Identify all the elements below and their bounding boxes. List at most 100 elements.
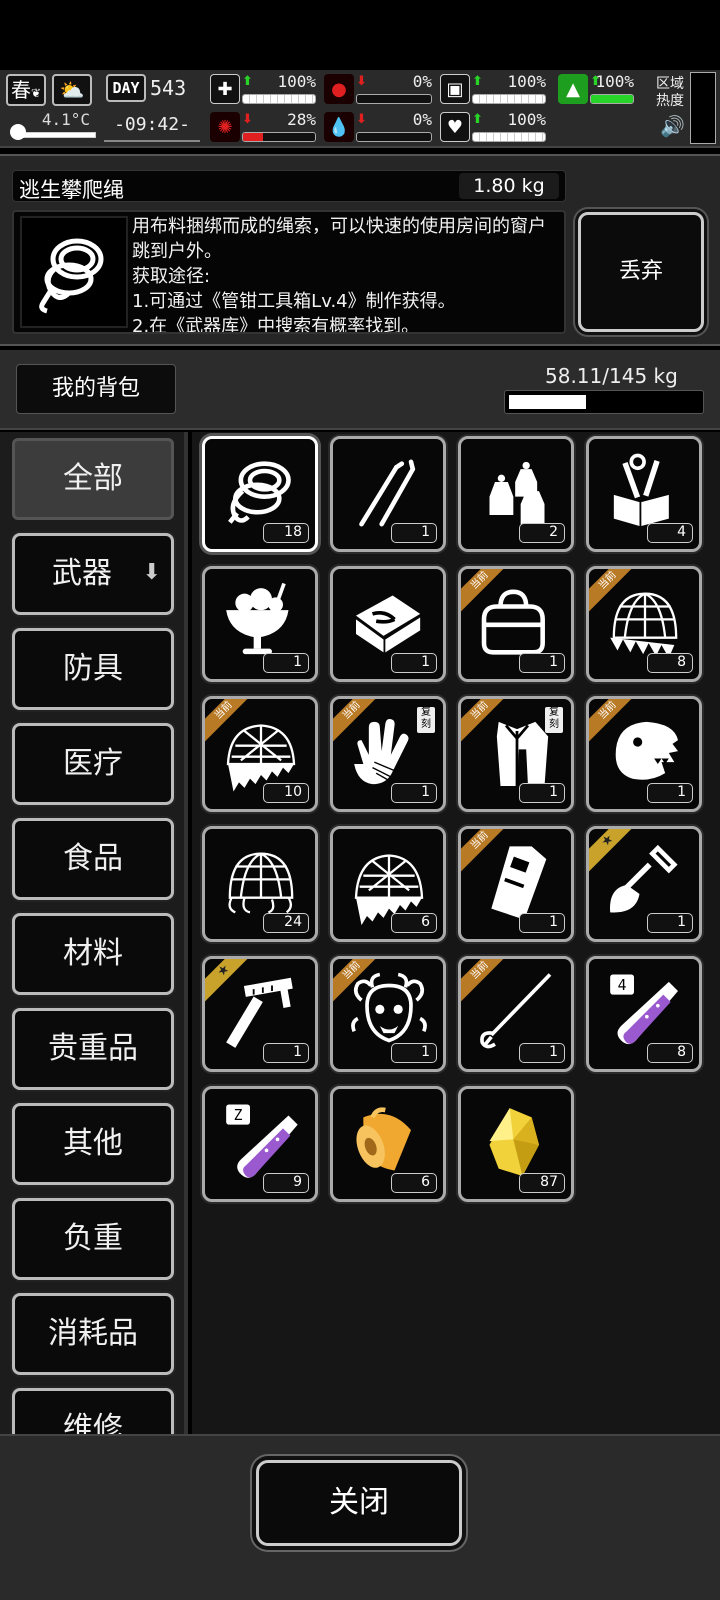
inventory-slot-spear[interactable]: 当前 1 [458, 956, 574, 1072]
download-arrow-icon: ⬇ [142, 560, 161, 585]
inventory-slot-walkie-talkie[interactable]: 当前 1 [458, 826, 574, 942]
category-tab-5[interactable]: 材料 [12, 913, 174, 995]
inventory-slot-duffel-bag[interactable]: 当前 1 [458, 566, 574, 682]
item-count: 1 [647, 783, 693, 803]
stat-bar-fill [473, 95, 545, 103]
category-label: 防具 [63, 651, 123, 686]
inventory-slot-test-tube-z[interactable]: Z9 [202, 1086, 318, 1202]
survival-hud: 春❦ ⛅ 4.1°C DAY 543 -09:42- ✚ ⬆ 100% ● ⬇ 0% ▣ ⬆ 1… [0, 70, 720, 148]
arrow-up-icon: ⬆ [242, 74, 253, 89]
discard-button[interactable]: 丢弃 [578, 212, 704, 332]
inventory-slot-net-trap-large[interactable]: 24 [202, 826, 318, 942]
category-tab-6[interactable]: 贵重品 [12, 1008, 174, 1090]
rope-coil-icon [20, 216, 128, 328]
item-count: 4 [647, 523, 693, 543]
item-count: 1 [391, 653, 437, 673]
item-name-bar: 逃生攀爬绳 1.80 kg [12, 170, 566, 202]
season-label: 春 [10, 78, 31, 102]
item-count: 1 [391, 523, 437, 543]
zone-heat-label: 区域 热度 [656, 76, 684, 110]
category-tab-3[interactable]: 医疗 [12, 723, 174, 805]
stat-thirst: 💧 ⬇ 0% [324, 110, 434, 144]
inventory-slot-lockpicks[interactable]: 1 [330, 436, 446, 552]
category-tab-4[interactable]: 食品 [12, 818, 174, 900]
stat-value: 100% [507, 72, 546, 91]
item-count: 6 [391, 913, 437, 933]
copy-mark-badge: 复刻 [417, 707, 435, 733]
stat-mood: ♥ ⬆ 100% [440, 110, 548, 144]
stat-bar [472, 132, 546, 142]
inventory-slot-gold-crystal[interactable]: 87 [458, 1086, 574, 1202]
category-label: 材料 [63, 936, 123, 971]
day-number: 543 [150, 76, 187, 100]
stat-bar [356, 132, 432, 142]
category-tab-2[interactable]: 防具 [12, 628, 174, 710]
category-tab-8[interactable]: 负重 [12, 1198, 174, 1280]
speaker-icon[interactable]: 🔊 [660, 114, 685, 138]
item-count: 18 [263, 523, 309, 543]
inventory-grid[interactable]: 18 1 2 4 1 1 当前 1 当前 8 当前 10 当前 复刻 1 当前 复刻 1 当前 1 24 6 当前 1 ★ 1 ★ 1… [192, 432, 720, 1434]
arrow-down-icon: ⬇ [242, 112, 253, 127]
category-list[interactable]: 全部武器 ⬇ 防具医疗食品材料贵重品其他负重消耗品维修 [0, 432, 188, 1434]
bag-capacity-fill [509, 395, 586, 409]
rope-coil-large-icon [39, 238, 104, 314]
arrow-down-icon: ⬇ [356, 112, 367, 127]
item-count: 1 [263, 1043, 309, 1063]
stat-value: 100% [507, 110, 546, 129]
item-count: 1 [519, 913, 565, 933]
inventory-slot-spiked-net[interactable]: 当前 10 [202, 696, 318, 812]
item-count: 1 [519, 1043, 565, 1063]
inventory-slot-toolkit[interactable]: 4 [586, 436, 702, 552]
stat-value: 100% [277, 72, 316, 91]
item-count: 8 [647, 1043, 693, 1063]
inventory-slot-caliper-knife[interactable]: ★ 1 [202, 956, 318, 1072]
inventory-slot-bells[interactable]: 2 [458, 436, 574, 552]
inventory-slot-rope-coil[interactable]: 18 [202, 436, 318, 552]
item-count: 24 [263, 913, 309, 933]
bag-capacity-text: 58.11/145 kg [545, 364, 678, 388]
category-tab-10[interactable]: 维修 [12, 1388, 174, 1434]
bottom-bar: 关闭 [0, 1434, 720, 1600]
item-count: 1 [391, 783, 437, 803]
inventory-slot-test-tube-4[interactable]: 48 [586, 956, 702, 1072]
category-tab-7[interactable]: 其他 [12, 1103, 174, 1185]
close-button[interactable]: 关闭 [256, 1460, 462, 1546]
stat-bar [242, 132, 316, 142]
zone-label-line1: 区域 [656, 76, 684, 92]
temperature-gauge: 4.1°C [8, 110, 96, 142]
item-count: 1 [519, 653, 565, 673]
item-count: 2 [519, 523, 565, 543]
inventory-slot-ice-cream-sundae[interactable]: 1 [202, 566, 318, 682]
svg-text:Z: Z [234, 1107, 243, 1124]
stat-hunger: ● ⬇ 0% [324, 72, 434, 106]
zone-label-line2: 热度 [656, 93, 684, 109]
category-label: 医疗 [63, 746, 123, 781]
inventory-slot-shovel[interactable]: ★ 1 [586, 826, 702, 942]
inventory-slot-net-trap[interactable]: 当前 8 [586, 566, 702, 682]
bag-title: 我的背包 [16, 364, 176, 414]
thermometer-bar [22, 132, 96, 138]
stat-value: 0% [412, 110, 432, 129]
item-name: 逃生攀爬绳 [19, 178, 124, 202]
inventory-slot-medusa-mask[interactable]: 当前 1 [330, 956, 446, 1072]
inventory-slot-spiked-net-small[interactable]: 6 [330, 826, 446, 942]
temperature-value: 4.1°C [41, 110, 90, 129]
arrow-up-icon: ⬆ [472, 112, 483, 127]
inventory-slot-gloves[interactable]: 当前 复刻 1 [330, 696, 446, 812]
inventory-slot-dino-mask[interactable]: 当前 1 [586, 696, 702, 812]
water-drop-icon: 💧 [324, 112, 354, 142]
stat-bar [590, 94, 634, 104]
stat-bar [356, 94, 432, 104]
category-tab-9[interactable]: 消耗品 [12, 1293, 174, 1375]
category-tab-0[interactable]: 全部 [12, 438, 174, 520]
inventory-slot-coat[interactable]: 当前 复刻 1 [458, 696, 574, 812]
medkit-icon: ✚ [210, 74, 240, 104]
inventory-slot-pliers-toolbox[interactable]: 1 [330, 566, 446, 682]
category-label: 全部 [63, 461, 123, 496]
category-tab-1[interactable]: 武器 ⬇ [12, 533, 174, 615]
item-description-box[interactable]: 用布料捆绑而成的绳索，可以快速的使用房间的窗户跳到户外。 获取途径: 1.可通过… [12, 210, 566, 334]
category-label: 其他 [63, 1126, 123, 1161]
inventory-slot-fabric-roll[interactable]: 6 [330, 1086, 446, 1202]
category-label: 贵重品 [48, 1031, 138, 1066]
item-count: 1 [391, 1043, 437, 1063]
